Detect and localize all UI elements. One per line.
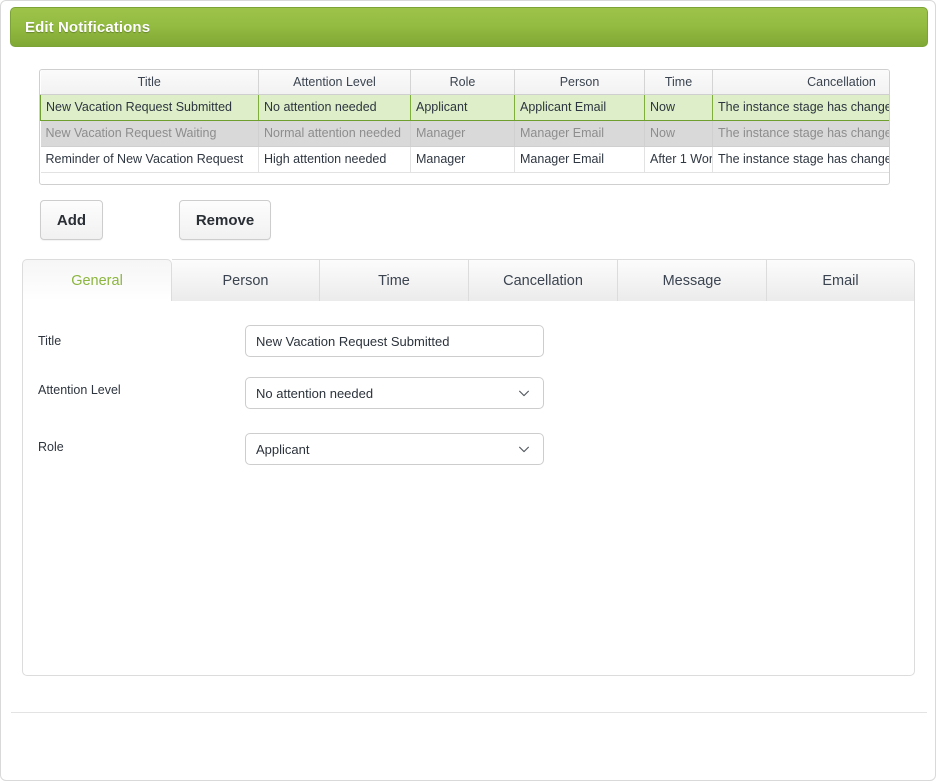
- tab-label: Cancellation: [503, 272, 583, 289]
- column-header-time[interactable]: Time: [644, 70, 713, 95]
- tab-time[interactable]: Time: [320, 259, 469, 302]
- tabstrip: General Person Time Cancellation Message…: [22, 259, 915, 302]
- cell-attention: Normal attention needed: [258, 120, 411, 147]
- tab-cancellation[interactable]: Cancellation: [469, 259, 618, 302]
- table-row[interactable]: Reminder of New Vacation Request High at…: [40, 146, 889, 173]
- cell-person: Manager Email: [514, 120, 645, 147]
- tab-message[interactable]: Message: [618, 259, 767, 302]
- column-header-person[interactable]: Person: [514, 70, 645, 95]
- cell-time: Now: [644, 120, 713, 147]
- tab-label: Time: [378, 272, 410, 289]
- role-field-label: Role: [38, 440, 64, 454]
- cell-role: Manager: [410, 120, 515, 147]
- cell-title: New Vacation Request Waiting: [40, 120, 259, 147]
- attention-level-field-label: Attention Level: [38, 383, 121, 397]
- cell-cancellation: The instance stage has changed: [712, 93, 889, 121]
- cell-cancellation: The instance stage has changed: [712, 146, 889, 173]
- column-header-attention-level[interactable]: Attention Level: [258, 70, 411, 95]
- edit-notifications-dialog: Edit Notifications Title Attention Level…: [0, 0, 936, 781]
- attention-level-value: No attention needed: [256, 385, 374, 401]
- notifications-grid[interactable]: Title Attention Level Role Person Time C…: [39, 69, 890, 185]
- remove-button[interactable]: Remove: [179, 200, 271, 240]
- tab-email[interactable]: Email: [767, 259, 915, 302]
- chevron-down-icon: [519, 446, 529, 453]
- cell-cancellation: The instance stage has changed: [712, 120, 889, 147]
- cell-attention: No attention needed: [258, 93, 411, 121]
- tab-label: Person: [222, 272, 269, 289]
- cell-title: New Vacation Request Submitted: [40, 93, 259, 121]
- tab-panel-general: Title New Vacation Request Submitted Att…: [22, 301, 915, 676]
- title-field-label: Title: [38, 334, 62, 348]
- dialog-title: Edit Notifications: [25, 18, 151, 36]
- table-row[interactable]: New Vacation Request Submitted No attent…: [40, 93, 889, 121]
- tab-label: Email: [822, 272, 859, 289]
- dialog-footer: Ok Cancel: [1, 713, 935, 780]
- title-input[interactable]: New Vacation Request Submitted: [245, 325, 544, 357]
- cell-time: Now: [644, 93, 713, 121]
- cell-role: Manager: [410, 146, 515, 173]
- tab-general[interactable]: General: [22, 259, 172, 302]
- grid-header-row: Title Attention Level Role Person Time C…: [40, 70, 889, 95]
- tab-person[interactable]: Person: [172, 259, 320, 302]
- add-button[interactable]: Add: [40, 200, 103, 240]
- table-row[interactable]: New Vacation Request Waiting Normal atte…: [40, 120, 889, 147]
- cell-role: Applicant: [410, 93, 515, 121]
- cell-person: Manager Email: [514, 146, 645, 173]
- column-header-title[interactable]: Title: [40, 70, 259, 95]
- role-value: Applicant: [256, 441, 310, 457]
- cell-person: Applicant Email: [514, 93, 645, 121]
- cell-time: After 1 Working Day: [644, 146, 713, 173]
- cell-title: Reminder of New Vacation Request: [40, 146, 259, 173]
- column-header-cancellation[interactable]: Cancellation: [712, 70, 889, 95]
- attention-level-select[interactable]: No attention needed: [245, 377, 544, 409]
- tab-label: Message: [662, 272, 722, 289]
- chevron-down-icon: [519, 390, 529, 397]
- dialog-titlebar: Edit Notifications: [10, 7, 928, 47]
- tab-label: General: [71, 272, 123, 289]
- title-input-value: New Vacation Request Submitted: [256, 333, 450, 349]
- role-select[interactable]: Applicant: [245, 433, 544, 465]
- cell-attention: High attention needed: [258, 146, 411, 173]
- column-header-role[interactable]: Role: [410, 70, 515, 95]
